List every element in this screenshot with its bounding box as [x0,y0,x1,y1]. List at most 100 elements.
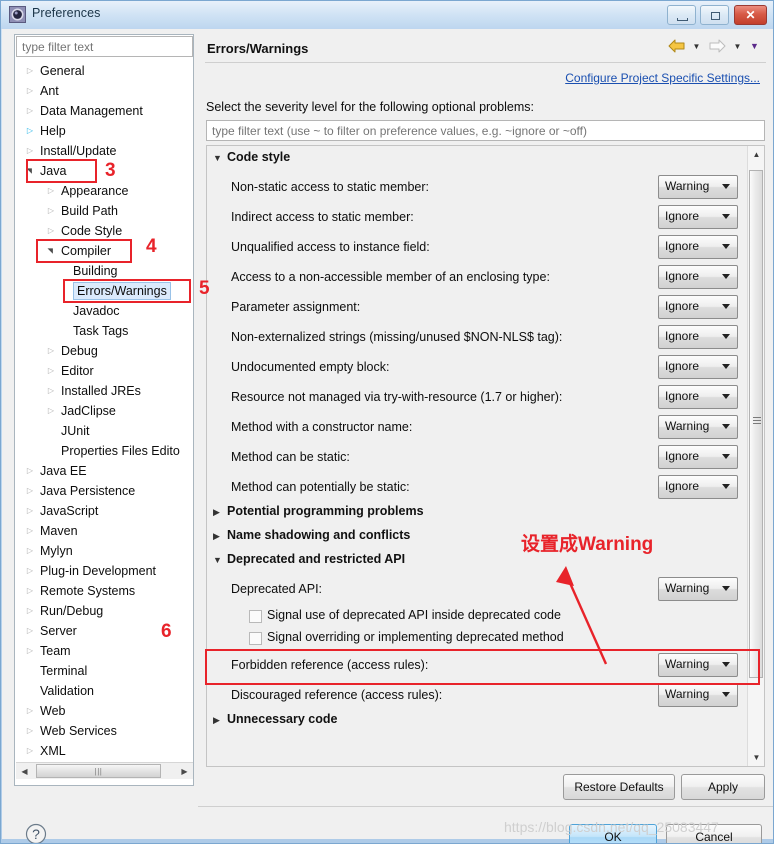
cancel-button[interactable]: Cancel [666,824,762,843]
sidebar-item-compiler[interactable]: ◢ Compiler [16,241,193,261]
chevron-right-icon[interactable]: ▷ [23,741,37,761]
close-button[interactable]: ✕ [734,5,767,25]
sidebar-item-validation[interactable]: Validation [16,681,193,701]
sidebar-item-xml[interactable]: ▷ XML [16,741,193,761]
scroll-up-icon[interactable]: ▲ [748,146,764,163]
options-vertical-scrollbar[interactable]: ▲ ▼ [747,146,764,766]
chevron-right-icon[interactable]: ▷ [23,721,37,741]
chevron-right-icon[interactable]: ▷ [23,501,37,521]
severity-select-method-can-potentially-be-static[interactable]: Ignore [658,475,738,499]
chevron-right-icon[interactable]: ▷ [23,461,37,481]
sidebar-item-task-tags[interactable]: Task Tags [16,321,193,341]
sidebar-item-build-path[interactable]: ▷ Build Path [16,201,193,221]
chevron-right-icon[interactable]: ▷ [44,201,58,221]
sidebar-item-web-services[interactable]: ▷ Web Services [16,721,193,741]
tree-filter-input[interactable] [16,36,193,57]
view-menu-chevron-down-icon[interactable]: ▼ [748,37,761,55]
chevron-down-icon[interactable]: ◢ [20,164,40,178]
sidebar-item-java-persistence[interactable]: ▷ Java Persistence [16,481,193,501]
sidebar-item-data-management[interactable]: ▷ Data Management [16,101,193,121]
chevron-right-icon[interactable]: ▷ [23,141,37,161]
tree-horizontal-scrollbar[interactable]: ◀ ||| ▶ [16,762,193,779]
chevron-right-icon[interactable]: ▷ [44,361,58,381]
restore-defaults-button[interactable]: Restore Defaults [563,774,675,800]
apply-button[interactable]: Apply [681,774,765,800]
sidebar-item-debug[interactable]: ▷ Debug [16,341,193,361]
severity-select-deprecated-api[interactable]: Warning [658,577,738,601]
section-header-name-shadowing-and-conflicts[interactable]: ▶ Name shadowing and conflicts [213,528,410,542]
chevron-right-icon[interactable]: ▷ [23,581,37,601]
severity-select-parameter-assignment[interactable]: Ignore [658,295,738,319]
sidebar-item-javadoc[interactable]: Javadoc [16,301,193,321]
tree-hscroll-thumb[interactable]: ||| [36,764,161,778]
sidebar-item-run-debug[interactable]: ▷ Run/Debug [16,601,193,621]
sidebar-item-installed-jres[interactable]: ▷ Installed JREs [16,381,193,401]
severity-select-non-externalized-strings-missing-unused-non-nls-tag[interactable]: Ignore [658,325,738,349]
chevron-right-icon[interactable]: ▷ [23,541,37,561]
chevron-right-icon[interactable]: ▷ [23,621,37,641]
checkbox-signal-overriding-or-implementing-deprecated-method[interactable] [249,632,262,645]
severity-select-resource-not-managed-via-try-with-resource-1-7-or-higher[interactable]: Ignore [658,385,738,409]
sidebar-item-errors-warnings[interactable]: Errors/Warnings [16,281,193,301]
chevron-right-icon[interactable]: ▷ [23,121,37,141]
sidebar-item-editor[interactable]: ▷ Editor [16,361,193,381]
chevron-right-icon[interactable]: ▷ [23,101,37,121]
severity-select-method-can-be-static[interactable]: Ignore [658,445,738,469]
scroll-down-icon[interactable]: ▼ [748,749,764,766]
severity-select-forbidden-reference-access-rules[interactable]: Warning [658,653,738,677]
sidebar-item-java[interactable]: ◢ Java [16,161,193,181]
sidebar-item-general[interactable]: ▷ General [16,61,193,81]
chevron-right-icon[interactable]: ▷ [23,601,37,621]
chevron-right-icon[interactable]: ▷ [44,221,58,241]
sidebar-item-maven[interactable]: ▷ Maven [16,521,193,541]
back-arrow-icon[interactable] [666,37,686,55]
severity-select-indirect-access-to-static-member[interactable]: Ignore [658,205,738,229]
scroll-right-icon[interactable]: ▶ [176,763,193,779]
sidebar-item-junit[interactable]: JUnit [16,421,193,441]
options-vscroll-thumb[interactable] [749,170,763,678]
minimize-button[interactable] [667,5,696,25]
chevron-right-icon[interactable]: ▷ [23,701,37,721]
sidebar-item-java-ee[interactable]: ▷ Java EE [16,461,193,481]
severity-select-undocumented-empty-block[interactable]: Ignore [658,355,738,379]
forward-arrow-icon[interactable] [707,37,727,55]
sidebar-item-help[interactable]: ▷ Help [16,121,193,141]
sidebar-item-plug-in-development[interactable]: ▷ Plug-in Development [16,561,193,581]
sidebar-item-remote-systems[interactable]: ▷ Remote Systems [16,581,193,601]
sidebar-item-code-style[interactable]: ▷ Code Style [16,221,193,241]
chevron-right-icon[interactable]: ▷ [23,561,37,581]
ok-button[interactable]: OK [569,824,657,843]
chevron-down-icon[interactable]: ◢ [41,244,61,258]
maximize-button[interactable] [700,5,729,25]
preference-tree[interactable]: ▷ General ▷ Ant ▷ Data Management ▷ Help ▷ Instal… [16,61,193,761]
chevron-right-icon[interactable]: ▷ [44,381,58,401]
severity-select-non-static-access-to-static-member[interactable]: Warning [658,175,738,199]
chevron-right-icon[interactable]: ▷ [44,341,58,361]
chevron-right-icon[interactable]: ▷ [23,61,37,81]
chevron-right-icon[interactable]: ▷ [44,181,58,201]
sidebar-item-web[interactable]: ▷ Web [16,701,193,721]
section-header-deprecated-and-restricted-api[interactable]: ▼ Deprecated and restricted API [213,552,405,566]
back-menu-chevron-down-icon[interactable]: ▼ [690,37,703,55]
sidebar-item-team[interactable]: ▷ Team [16,641,193,661]
sidebar-item-terminal[interactable]: Terminal [16,661,193,681]
configure-project-settings-link[interactable]: Configure Project Specific Settings... [565,71,760,85]
chevron-right-icon[interactable]: ▷ [23,521,37,541]
help-question-icon[interactable]: ? [25,823,47,843]
chevron-right-icon[interactable]: ▷ [44,401,58,421]
scroll-left-icon[interactable]: ◀ [16,763,33,779]
severity-select-discouraged-reference-access-rules[interactable]: Warning [658,683,738,707]
chevron-right-icon[interactable]: ▷ [23,641,37,661]
sidebar-item-install-update[interactable]: ▷ Install/Update [16,141,193,161]
sidebar-item-ant[interactable]: ▷ Ant [16,81,193,101]
sidebar-item-properties-files-edito[interactable]: Properties Files Edito [16,441,193,461]
preference-filter-input[interactable] [206,120,765,141]
section-header-code-style[interactable]: ▼ Code style [213,150,290,164]
forward-menu-chevron-down-icon[interactable]: ▼ [731,37,744,55]
sidebar-item-server[interactable]: ▷ Server [16,621,193,641]
section-header-potential-programming-problems[interactable]: ▶ Potential programming problems [213,504,424,518]
sidebar-item-building[interactable]: Building [16,261,193,281]
sidebar-item-jadclipse[interactable]: ▷ JadClipse [16,401,193,421]
severity-select-access-to-a-non-accessible-member-of-an-enclosing-type[interactable]: Ignore [658,265,738,289]
sidebar-item-mylyn[interactable]: ▷ Mylyn [16,541,193,561]
